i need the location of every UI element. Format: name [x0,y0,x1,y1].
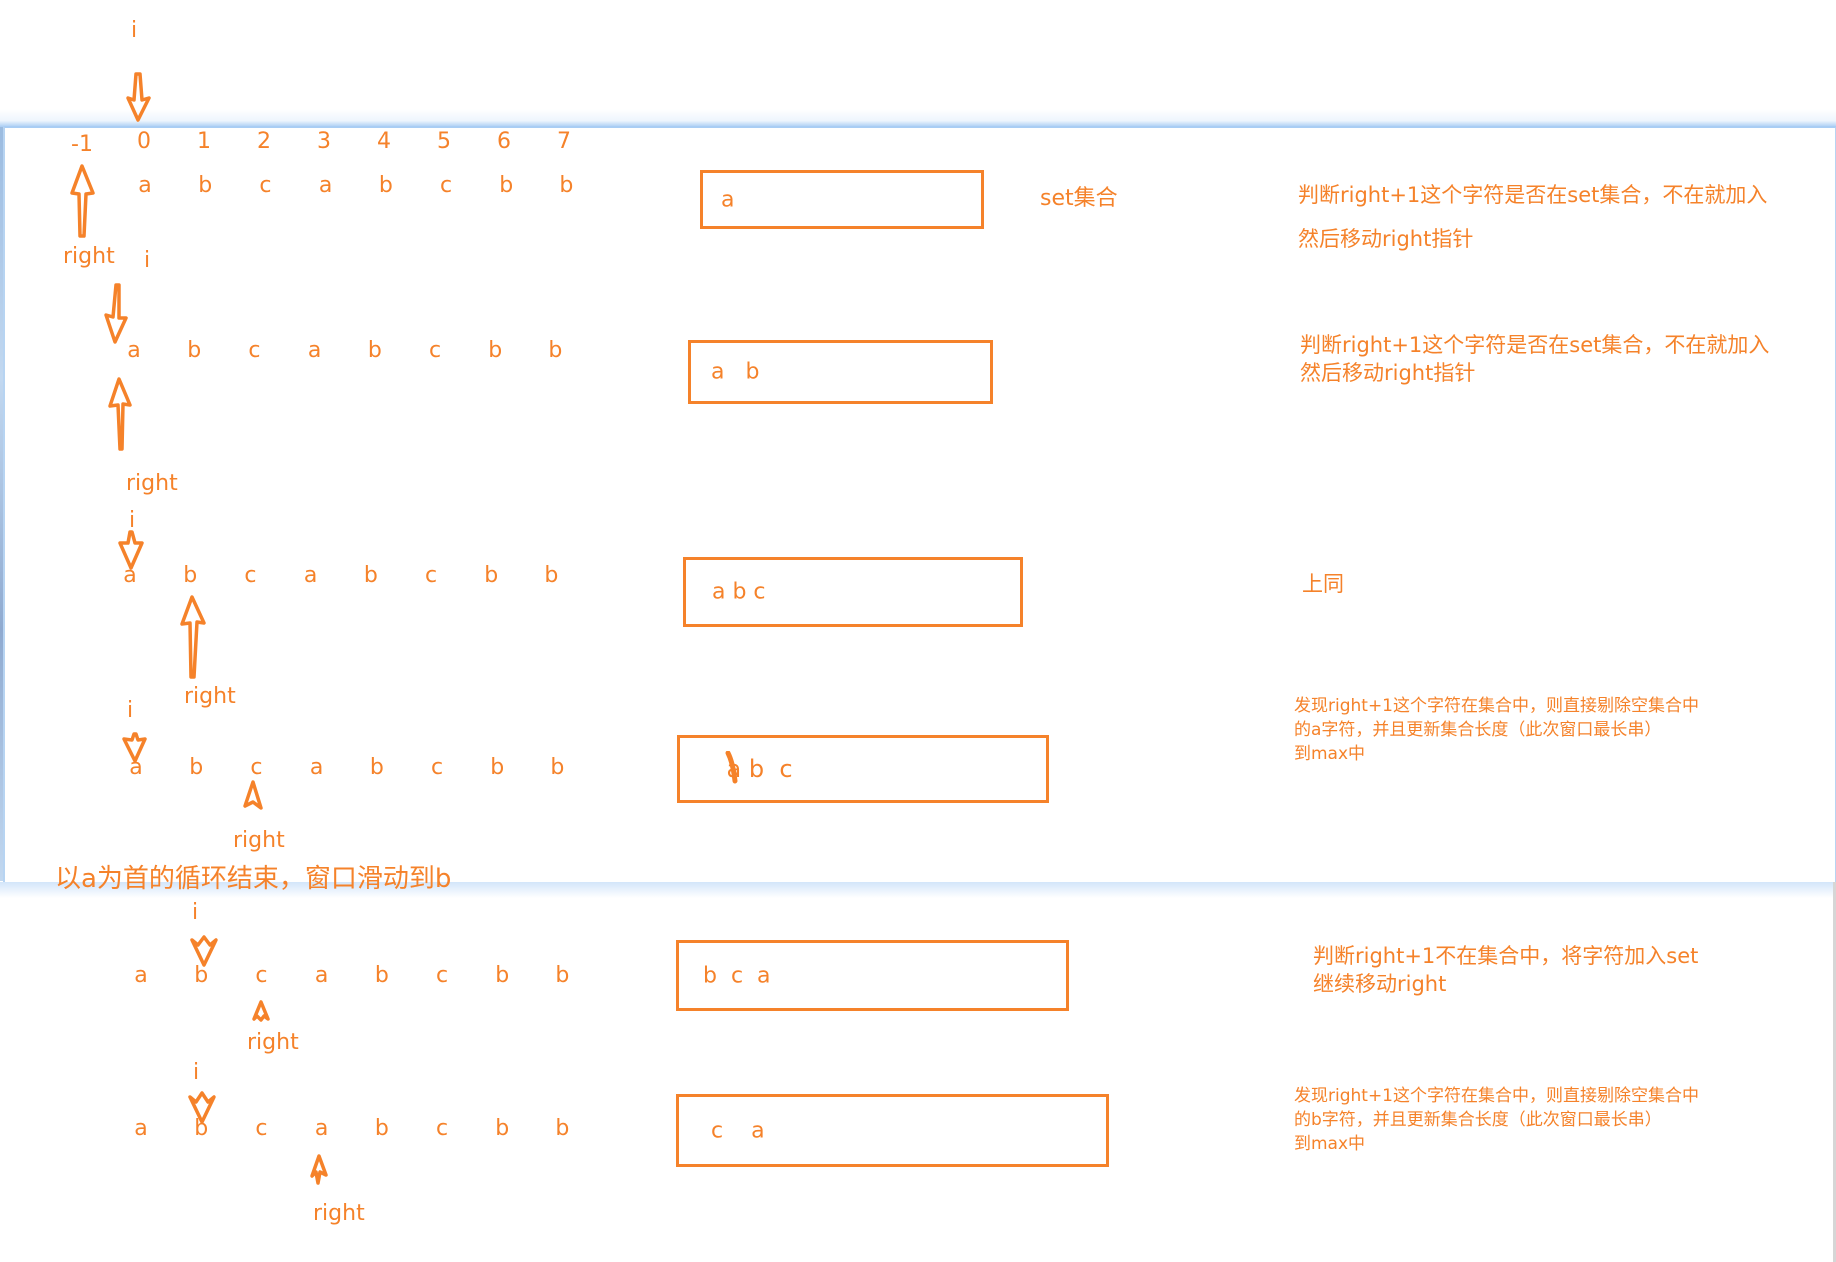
step-note-1: 判断right+1这个字符是否在set集合，不在就加入 然后移动right指针 [1298,183,1768,252]
string-char: c [435,1116,449,1141]
right-pointer-label: right [184,684,236,709]
string-char: b [559,173,574,198]
string-char: b [499,173,514,198]
string-char: b [369,755,384,780]
string-char: c [439,173,453,198]
right-pointer-label: right [63,244,115,269]
right-arrow-up-icon [310,1154,328,1185]
string-char: b [484,563,499,588]
set-box-step-3: a b c [683,557,1023,627]
right-arrow-up-icon [252,1000,270,1022]
step-note-5: 判断right+1不在集合中，将字符加入set 继续移动right [1313,944,1699,997]
i-arrow-down-icon [190,935,218,967]
string-char: c [248,338,261,363]
string-char: c [255,1116,268,1141]
set-contents: a b [711,359,760,385]
set-box-step-4: a b c [677,735,1049,803]
string-char: a [309,755,324,780]
right-pointer-label: right [313,1201,365,1226]
right-pointer-label: right [233,828,285,853]
index-label: -1 [71,132,93,157]
i-pointer-label: i [129,508,136,533]
i-pointer-label: i [127,698,134,723]
index-label: 7 [557,129,571,154]
i-pointer-label: i [193,1060,200,1085]
string-char: c [244,563,257,588]
string-char: b [378,173,393,198]
string-char: a [314,1116,329,1141]
string-char: b [194,963,209,988]
right-pointer-label: right [126,471,178,496]
set-contents: c a [711,1118,765,1143]
set-box-step-6: c a [676,1094,1109,1167]
index-label: 2 [257,129,271,154]
string-char: b [367,338,382,363]
string-char: a [307,338,322,363]
left-window-edge [0,127,3,881]
string-char: b [548,338,563,363]
i-pointer-label-top: i [131,18,138,43]
string-char: a [129,755,143,780]
string-char: c [259,173,272,198]
string-char: a [127,338,141,363]
string-char: a [134,1116,148,1141]
string-char: c [430,755,444,780]
string-char: a [314,963,329,988]
set-contents: b c a [703,963,771,988]
index-label: 4 [377,129,391,154]
index-label: 0 [137,129,151,154]
step-note-2: 判断right+1这个字符是否在set集合，不在就加入 然后移动right指针 [1300,333,1770,386]
string-char: b [363,563,378,588]
string-char: b [555,963,570,988]
step-note-4: 发现right+1这个字符在集合中，则直接剔除空集合中 的a字符，并且更新集合长… [1294,696,1700,764]
string-char: a [134,963,148,988]
string-char: c [428,338,442,363]
string-char: c [435,963,449,988]
step-note-6: 发现right+1这个字符在集合中，则直接剔除空集合中 的b字符，并且更新集合长… [1294,1086,1700,1154]
set-contents: b c [741,755,793,783]
string-char: c [250,755,263,780]
string-char: b [544,563,559,588]
string-char: c [424,563,438,588]
string-char: b [495,1116,510,1141]
index-label: 1 [197,129,211,154]
i-pointer-label: i [144,248,151,273]
set-box-step-2: a b [688,340,993,404]
string-char: b [490,755,505,780]
string-char: b [488,338,503,363]
string-char: a [123,563,137,588]
string-char: b [495,963,510,988]
loop-end-caption: 以a为首的循环结束，窗口滑动到b [55,864,452,894]
string-char: a [303,563,318,588]
string-char: b [194,1116,209,1141]
string-char: b [183,563,198,588]
string-char: b [189,755,204,780]
set-contents: a [721,187,735,212]
string-char: a [138,173,152,198]
set-box-step-1: a [700,170,984,229]
set-box-step-5: b c a [676,940,1069,1011]
string-char: b [555,1116,570,1141]
index-label: 6 [497,129,511,154]
string-char: c [255,963,268,988]
right-pointer-label: right [247,1030,299,1055]
string-char: b [187,338,202,363]
string-char: b [198,173,213,198]
index-label: 5 [437,129,451,154]
step-note-3: 上同 [1302,572,1344,596]
outer-window-top [0,0,1836,127]
set-label: set集合 [1040,186,1118,211]
string-char: b [374,1116,389,1141]
string-char: a [318,173,333,198]
set-contents: a b c [712,579,766,605]
string-char: b [374,963,389,988]
i-pointer-label: i [192,900,199,925]
index-label: 3 [317,129,331,154]
removed-char: a [725,751,742,784]
string-char: b [550,755,565,780]
